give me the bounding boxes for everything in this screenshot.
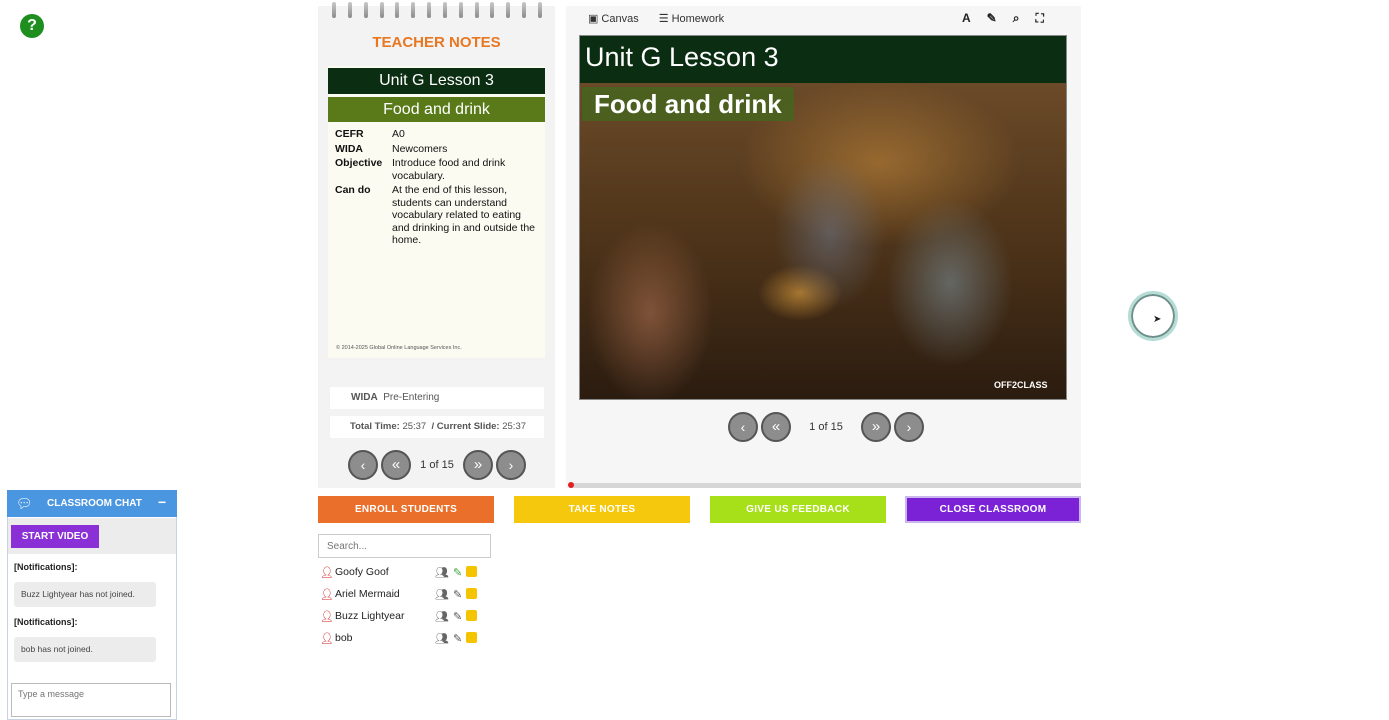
prev-slide-button[interactable]: ‹ <box>348 450 378 480</box>
meta-value: At the end of this lesson, students can … <box>392 184 536 246</box>
chat-icon: 💬︎ <box>16 496 33 511</box>
canvas-tools: A ✎ ⌕ ⛶ <box>962 11 1044 26</box>
minimize-chat-button[interactable]: − <box>158 494 166 510</box>
note-icon[interactable] <box>466 609 478 621</box>
next-slide-button[interactable]: › <box>496 450 526 480</box>
total-time-label: Total Time: <box>350 421 400 432</box>
pencil-icon[interactable]: ✎ <box>453 588 462 601</box>
canvas-pager: ‹ « 1 of 15 » › <box>728 411 924 443</box>
remove-user-icon[interactable]: 👥︎ <box>435 610 449 623</box>
pointer-icon: ➤ <box>1153 314 1162 325</box>
total-time-value: 25:37 <box>402 421 427 432</box>
user-icon: 👤︎ <box>320 632 334 645</box>
slide-progress-handle[interactable] <box>568 482 574 488</box>
student-row: 👤︎ Goofy Goof 👥︎ ✎ <box>320 561 490 583</box>
wida-label: WIDA <box>351 392 378 403</box>
meta-row-can-do: Can do At the end of this lesson, studen… <box>335 184 540 247</box>
wida-level-box: WIDA Pre-Entering <box>330 387 544 409</box>
chat-message-input[interactable] <box>11 683 171 717</box>
give-feedback-button[interactable]: GIVE US FEEDBACK <box>710 496 886 523</box>
meta-key: Objective <box>335 157 383 169</box>
user-icon: 👤︎ <box>320 588 334 601</box>
wida-value: Pre-Entering <box>383 392 440 403</box>
student-name: Goofy Goof <box>335 566 389 578</box>
first-slide-button[interactable]: « <box>381 450 411 480</box>
meta-key: Can do <box>335 184 371 196</box>
image-icon: ▣ <box>588 13 599 25</box>
close-classroom-button[interactable]: CLOSE CLASSROOM <box>905 496 1081 523</box>
first-slide-button[interactable]: « <box>761 412 791 442</box>
last-slide-button[interactable]: » <box>463 450 493 480</box>
slide-photo <box>580 83 1066 399</box>
slide-counter: 1 of 15 <box>809 421 843 433</box>
current-slide-label: / Current Slide: <box>431 421 500 432</box>
text-icon[interactable]: A <box>962 11 971 26</box>
remove-user-icon[interactable]: 👥︎ <box>435 588 449 601</box>
teacher-notes-title: TEACHER NOTES <box>372 34 501 51</box>
notification-label: [Notifications]: <box>14 617 78 627</box>
pencil-icon[interactable]: ✎ <box>453 566 462 579</box>
tab-label: Homework <box>671 13 725 25</box>
meta-key: CEFR <box>335 128 364 140</box>
meta-row-wida: WIDA Newcomers <box>335 143 540 156</box>
meta-row-cefr: CEFR A0 <box>335 128 540 141</box>
meta-key: WIDA <box>335 142 363 155</box>
next-slide-button[interactable]: › <box>894 412 924 442</box>
prev-slide-button[interactable]: ‹ <box>728 412 758 442</box>
canvas-tabs: ▣ Canvas ☰ Homework <box>588 12 724 25</box>
meta-value: A0 <box>392 128 405 140</box>
take-notes-button[interactable]: TAKE NOTES <box>514 496 690 523</box>
user-icon: 👤︎ <box>320 610 334 623</box>
tab-homework[interactable]: ☰ Homework <box>659 12 724 25</box>
meta-value: Newcomers <box>392 142 448 155</box>
student-row: 👤︎ Ariel Mermaid 👥︎ ✎ <box>320 583 490 605</box>
student-name: Buzz Lightyear <box>335 610 405 622</box>
user-icon: 👤︎ <box>320 566 334 579</box>
notification-label: [Notifications]: <box>14 562 78 572</box>
remove-user-icon[interactable]: 👥︎ <box>435 632 449 645</box>
student-row: 👤︎ bob 👥︎ ✎ <box>320 627 490 649</box>
student-row: 👤︎ Buzz Lightyear 👥︎ ✎ <box>320 605 490 627</box>
lesson-meta: CEFR A0 WIDA Newcomers Objective Introdu… <box>335 128 540 249</box>
student-list: 👤︎ Goofy Goof 👥︎ ✎ 👤︎ Ariel Mermaid 👥︎ ✎… <box>320 561 490 649</box>
note-icon[interactable] <box>466 565 478 577</box>
slide-subtitle: Food and drink <box>582 87 794 121</box>
fullscreen-icon[interactable]: ⛶ <box>1035 11 1043 26</box>
notes-pager: ‹ « 1 of 15 » › <box>348 449 526 481</box>
search-icon[interactable]: ⌕ <box>1013 11 1020 26</box>
student-search-input[interactable] <box>318 534 491 558</box>
start-video-button[interactable]: START VIDEO <box>11 525 99 548</box>
enroll-students-button[interactable]: ENROLL STUDENTS <box>318 496 494 523</box>
meta-value: Introduce food and drink vocabulary. <box>392 157 506 182</box>
remove-user-icon[interactable]: 👥︎ <box>435 566 449 579</box>
note-icon[interactable] <box>466 631 478 643</box>
current-slide-value: 25:37 <box>502 421 527 432</box>
time-box: Total Time: 25:37 / Current Slide: 25:37 <box>330 416 544 438</box>
meta-row-objective: Objective Introduce food and drink vocab… <box>335 157 540 182</box>
tab-label: Canvas <box>601 13 639 25</box>
lesson-topic-title: Food and drink <box>328 97 545 122</box>
notification-message: Buzz Lightyear has not joined. <box>14 582 156 607</box>
pencil-icon[interactable]: ✎ <box>453 610 462 623</box>
slide-title: Unit G Lesson 3 <box>585 42 779 72</box>
last-slide-button[interactable]: » <box>861 412 891 442</box>
copyright-text: © 2014-2025 Global Online Language Servi… <box>336 345 462 351</box>
notebook-spiral <box>332 2 542 20</box>
brand-logo: OFF2CLASS <box>994 380 1048 390</box>
note-icon[interactable] <box>466 587 478 599</box>
slide-progress-track[interactable] <box>570 483 1081 488</box>
list-icon: ☰ <box>658 13 669 25</box>
tab-canvas[interactable]: ▣ Canvas <box>588 12 639 25</box>
pencil-icon[interactable]: ✎ <box>453 632 462 645</box>
lesson-unit-title: Unit G Lesson 3 <box>328 68 545 94</box>
student-name: bob <box>335 632 353 644</box>
pencil-icon[interactable]: ✎ <box>987 11 997 26</box>
slide-counter: 1 of 15 <box>420 459 454 471</box>
cursor-indicator: ➤ <box>1128 291 1178 341</box>
notification-message: bob has not joined. <box>14 637 156 662</box>
help-icon[interactable]: ? <box>20 14 44 38</box>
student-name: Ariel Mermaid <box>335 588 400 600</box>
